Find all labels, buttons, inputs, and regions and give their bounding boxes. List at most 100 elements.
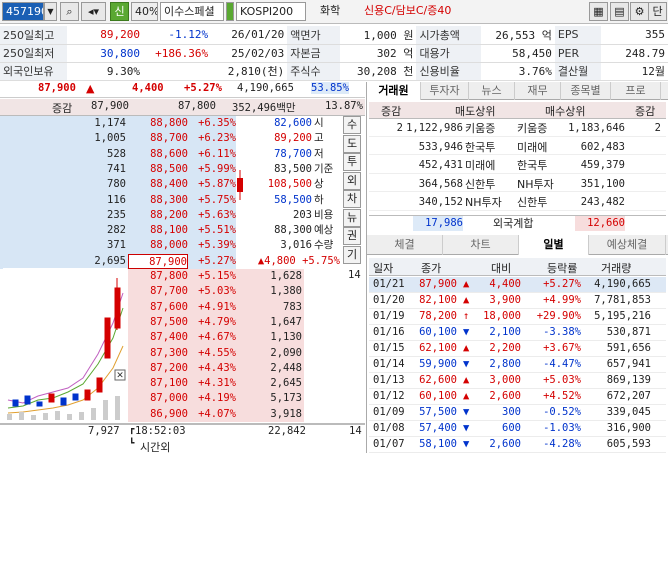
search-icon[interactable]: ⌕ <box>60 2 79 21</box>
summary-label: 상 <box>314 178 324 191</box>
sell-qty: 340,152 <box>418 196 463 208</box>
ask-row[interactable]: 282 88,100 +5.51% 88,300 예상 <box>0 223 343 239</box>
side-tab-6[interactable]: 권 <box>343 227 361 245</box>
side-tab-7[interactable]: 기 <box>343 245 361 264</box>
info-label: 250일최저 <box>0 44 67 63</box>
daily-row[interactable]: 01/21 87,900 ▲ 4,400 +5.27% 4,190,665 <box>369 277 666 293</box>
ask-price: 88,800 <box>128 116 188 132</box>
info-value: 30,208 천 <box>340 62 417 81</box>
broker-row[interactable]: 364,568 신한투 NH투자 351,100 <box>369 177 666 192</box>
ask-price: 88,400 <box>128 177 188 193</box>
broker-change-col: 증감 <box>381 105 402 118</box>
side-tab-4[interactable]: 차 <box>343 190 361 208</box>
daily-pct: +5.27% <box>543 278 581 290</box>
daily-tab-2[interactable]: 일별 <box>519 235 589 255</box>
info-value: 26,553 억 <box>481 26 555 45</box>
bid-pct: +5.15% <box>188 269 236 285</box>
ask-row[interactable]: 528 88,600 +6.11% 78,700 저 <box>0 146 343 163</box>
ask-qty: 282 <box>0 223 128 239</box>
daily-dir-icon: ▼ <box>463 406 470 418</box>
broker-tab-3[interactable]: 재무 <box>515 82 561 100</box>
side-tab-2[interactable]: 투 <box>343 153 361 171</box>
summary-label: 비용 <box>314 208 334 221</box>
broker-row[interactable]: 533,946 한국투 미래에 602,483 <box>369 140 666 155</box>
stock-code-input[interactable]: 457190 <box>2 2 44 21</box>
broker-header: 증감 매도상위 매수상위 증감 <box>369 102 666 119</box>
bid-qty: 2,645 <box>236 376 304 392</box>
daily-close: 82,100 <box>419 294 457 306</box>
ask-row[interactable]: 371 88,000 +5.39% 3,016 수량 <box>0 238 343 254</box>
ask-qty: 780 <box>0 177 128 193</box>
daily-tab-3[interactable]: 예상체결 <box>589 235 666 255</box>
daily-row[interactable]: 01/16 60,100 ▼ 2,100 -3.38% 530,871 <box>369 325 666 341</box>
foreign-buy: 12,660 <box>575 216 625 231</box>
bid-qty: 5,173 <box>236 391 304 407</box>
broker-row[interactable]: 2 1,122,986 키움증 키움증 1,183,646 2 <box>369 121 666 137</box>
summary-label: 저 <box>314 147 324 160</box>
ask-row[interactable]: 116 88,300 +5.75% 58,500 하 <box>0 192 343 208</box>
summary-label: 시 <box>314 117 324 129</box>
daily-close: 57,400 <box>419 422 457 434</box>
summary-value: 78,700 <box>274 147 312 160</box>
side-tab-5[interactable]: 뉴 <box>343 208 361 227</box>
bid-pct: +4.67% <box>188 330 236 346</box>
ask-price: 87,900 <box>128 253 188 270</box>
bid-qty: 3,918 <box>236 406 304 423</box>
gear-icon[interactable]: ⚙ <box>630 2 649 21</box>
ask-price: 88,000 <box>128 238 188 254</box>
ask-pct: +5.51% <box>188 223 236 239</box>
daily-row[interactable]: 01/12 60,100 ▲ 2,600 +4.52% 672,207 <box>369 389 666 405</box>
bid-qty: 1,380 <box>236 284 304 300</box>
summary-label: 하 <box>314 193 324 206</box>
daily-date: 01/07 <box>373 438 405 450</box>
buy-qty: 1,183,646 <box>568 122 625 134</box>
daily-vol: 316,900 <box>606 422 651 434</box>
speaker-icon[interactable]: ◂▾ <box>81 2 106 21</box>
ask-row[interactable]: 780 88,400 +5.87% 108,500 상 <box>0 177 343 193</box>
daily-date: 01/09 <box>373 406 405 418</box>
side-tab-0[interactable]: 수 <box>343 116 361 134</box>
side-tab-1[interactable]: 도 <box>343 134 361 153</box>
daily-row[interactable]: 01/08 57,400 ▼ 600 -1.03% 316,900 <box>369 421 666 437</box>
daily-row[interactable]: 01/09 57,500 ▼ 300 -0.52% 339,045 <box>369 405 666 421</box>
daily-row[interactable]: 01/15 62,100 ▲ 2,200 +3.67% 591,656 <box>369 341 666 357</box>
daily-date: 01/12 <box>373 390 405 402</box>
ask-row[interactable]: 1,005 88,700 +6.23% 89,200 고 <box>0 131 343 147</box>
daily-chg: 2,600 <box>489 390 521 402</box>
ask-pct: +5.63% <box>188 207 236 224</box>
broker-row[interactable]: 340,152 NH투자 신한투 243,482 <box>369 195 666 211</box>
summary-value: 58,500 <box>274 193 312 206</box>
code-dropdown-icon[interactable]: ▼ <box>44 2 57 21</box>
sell-qty: 533,946 <box>418 140 463 153</box>
info-value: 25/02/03 <box>211 44 288 63</box>
daily-close: 60,100 <box>419 390 457 402</box>
daily-row[interactable]: 01/07 58,100 ▼ 2,600 -4.28% 605,593 <box>369 437 666 453</box>
daily-row[interactable]: 01/13 62,600 ▲ 3,000 +5.03% 869,139 <box>369 373 666 389</box>
daily-row[interactable]: 01/19 78,200 ↑ 18,000 +29.90% 5,195,216 <box>369 309 666 325</box>
ask-row[interactable]: 1,174 88,800 +6.35% 82,600 시 <box>0 116 343 132</box>
layout-icon[interactable]: ▦ <box>589 2 608 21</box>
ask-row[interactable]: 741 88,500 +5.99% 83,500 기준 <box>0 161 343 178</box>
ask-row[interactable]: 2,695 87,900 +5.27% ▲4,800 +5.75% <box>0 253 343 270</box>
daily-chg: 600 <box>502 422 521 434</box>
single-view-button[interactable]: 단 <box>648 2 667 21</box>
buy-qty: 243,482 <box>580 196 625 208</box>
broker-tab-2[interactable]: 뉴스 <box>469 82 515 100</box>
broker-row[interactable]: 452,431 미래에 한국투 459,379 <box>369 158 666 174</box>
daily-row[interactable]: 01/14 59,900 ▼ 2,800 -4.47% 657,941 <box>369 357 666 373</box>
ask-pct: +5.75% <box>188 192 236 208</box>
daily-close: 59,900 <box>419 358 457 370</box>
broker-tab-0[interactable]: 거래원 <box>367 82 421 100</box>
broker-tab-4[interactable]: 종목별 <box>561 82 611 100</box>
orderbook-header: 증감 87,900 87,800 352,496백만 13.87% <box>0 99 365 116</box>
daily-tab-0[interactable]: 체결 <box>367 235 443 255</box>
broker-tab-5[interactable]: 프로 <box>611 82 661 100</box>
side-tab-3[interactable]: 외 <box>343 171 361 190</box>
daily-date: 01/16 <box>373 326 405 338</box>
ask-price: 88,500 <box>128 161 188 178</box>
grid-icon[interactable]: ▤ <box>610 2 629 21</box>
daily-tab-1[interactable]: 차트 <box>443 235 519 255</box>
broker-tab-1[interactable]: 투자자 <box>421 82 469 100</box>
ask-row[interactable]: 235 88,200 +5.63% 203 비용 <box>0 207 343 224</box>
daily-row[interactable]: 01/20 82,100 ▲ 3,900 +4.99% 7,781,853 <box>369 293 666 309</box>
